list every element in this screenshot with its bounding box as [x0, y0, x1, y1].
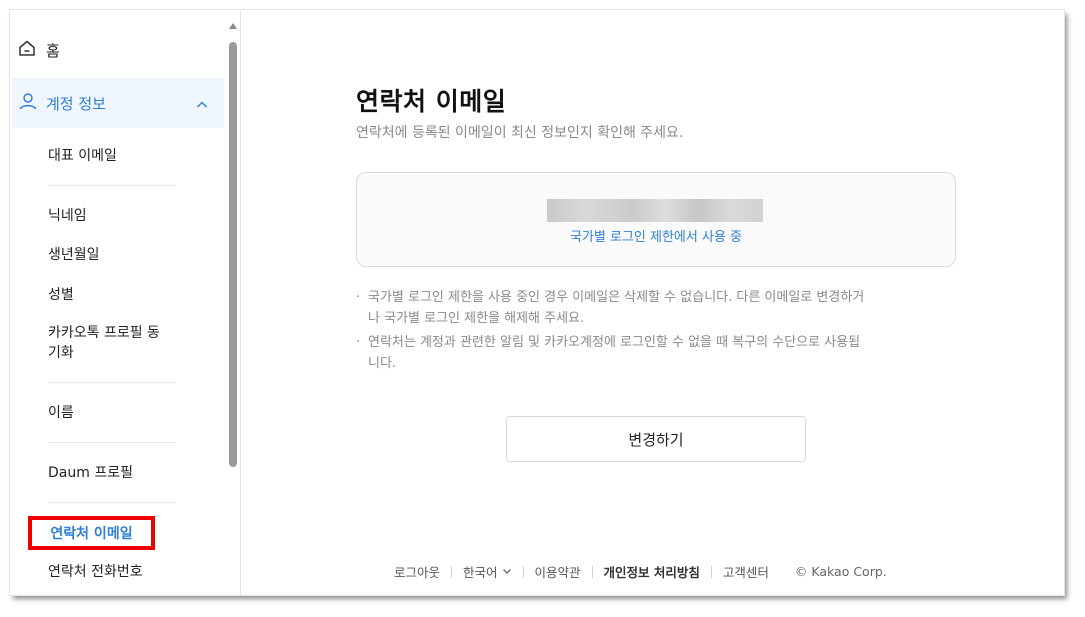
chevron-up-icon[interactable] [196, 96, 208, 115]
sidebar-item-account-info[interactable]: 계정 정보 [12, 78, 224, 128]
page-title: 연락처 이메일 [356, 87, 507, 116]
person-icon [18, 91, 38, 115]
footer-privacy-link[interactable]: 개인정보 처리방침 [604, 562, 700, 581]
sidebar-item-home[interactable]: 홈 [18, 32, 60, 68]
note-text-line: 국가별 로그인 제한을 사용 중인 경우 이메일은 삭제할 수 없습니다. 다른… [368, 290, 865, 305]
sidebar-item-contact-phone[interactable]: 연락처 전화번호 [48, 562, 143, 582]
email-card: 국가별 로그인 제한에서 사용 중 [356, 172, 956, 267]
footer-copyright: © Kakao Corp. [794, 564, 887, 579]
note-text-line: 연락처는 계정과 관련한 알림 및 카카오계정에 로그인할 수 없을 때 복구의… [368, 335, 861, 350]
footer-logout-link[interactable]: 로그아웃 [394, 562, 440, 581]
scroll-up-arrow-icon[interactable] [228, 16, 238, 29]
note-text-line: 니다. [368, 356, 397, 371]
sidebar-item-gender[interactable]: 성별 [48, 285, 74, 305]
sidebar-item-contact-email[interactable]: 연락처 이메일 [28, 516, 155, 550]
language-selector[interactable]: 한국어 [463, 562, 512, 581]
sidebar-item-kakaotalk-profile-sync[interactable]: 카카오톡 프로필 동 기화 [48, 323, 160, 363]
bullet: · [356, 335, 361, 350]
home-icon [18, 39, 36, 61]
note-item: · 국가별 로그인 제한을 사용 중인 경우 이메일은 삭제할 수 없습니다. … [356, 287, 956, 329]
window-frame: 홈 계정 정보 대표 이메일 닉네임 생년월일 성별 카카오톡 프로필 동 기화 [10, 10, 1064, 595]
sidebar-item-contact-email-label: 연락처 이메일 [50, 526, 133, 542]
sidebar-item-account-label: 계정 정보 [46, 94, 106, 113]
sidebar-scrollbar[interactable] [228, 16, 238, 595]
country-login-restriction-link[interactable]: 국가별 로그인 제한에서 사용 중 [357, 226, 955, 245]
blurred-email-address [547, 199, 763, 222]
sidebar-item-birthday[interactable]: 생년월일 [48, 245, 100, 265]
scrollbar-thumb[interactable] [229, 42, 237, 467]
sidebar-item-primary-email[interactable]: 대표 이메일 [48, 146, 117, 166]
sidebar-divider [48, 502, 176, 503]
note-item: · 연락처는 계정과 관련한 알림 및 카카오계정에 로그인할 수 없을 때 복… [356, 332, 956, 374]
sidebar-divider [48, 382, 176, 383]
sidebar-item-kakaotalk-sync-line2: 기화 [48, 345, 74, 361]
sidebar-item-name[interactable]: 이름 [48, 403, 74, 423]
sidebar-item-home-label: 홈 [46, 41, 60, 60]
sidebar-item-nickname[interactable]: 닉네임 [48, 206, 87, 226]
sidebar: 홈 계정 정보 대표 이메일 닉네임 생년월일 성별 카카오톡 프로필 동 기화 [10, 10, 241, 595]
footer-support-link[interactable]: 고객센터 [723, 562, 769, 581]
note-text-line: 나 국가별 로그인 제한을 해제해 주세요. [368, 311, 585, 326]
change-button[interactable]: 변경하기 [506, 416, 806, 462]
chevron-down-icon [502, 564, 512, 579]
footer-terms-link[interactable]: 이용약관 [535, 562, 581, 581]
sidebar-item-kakaotalk-sync-line1: 카카오톡 프로필 동 [48, 325, 160, 341]
footer: 로그아웃 한국어 이용약관 개인정보 처리방침 고객센터 © Kakao Cor… [394, 562, 887, 581]
notes-list: · 국가별 로그인 제한을 사용 중인 경우 이메일은 삭제할 수 없습니다. … [356, 287, 956, 377]
sidebar-divider [48, 185, 176, 186]
footer-divider [522, 565, 524, 578]
sidebar-divider [48, 442, 176, 443]
footer-divider [591, 565, 593, 578]
footer-divider [451, 565, 453, 578]
main-content: 연락처 이메일 연락처에 등록된 이메일이 최신 정보인지 확인해 주세요. 국… [242, 10, 1064, 595]
scroll-down-arrow-icon[interactable] [228, 588, 238, 595]
footer-divider [710, 565, 712, 578]
bullet: · [356, 290, 361, 305]
language-label: 한국어 [463, 565, 498, 580]
page-subtitle: 연락처에 등록된 이메일이 최신 정보인지 확인해 주세요. [356, 125, 684, 141]
sidebar-item-daum-profile[interactable]: Daum 프로필 [48, 463, 133, 483]
